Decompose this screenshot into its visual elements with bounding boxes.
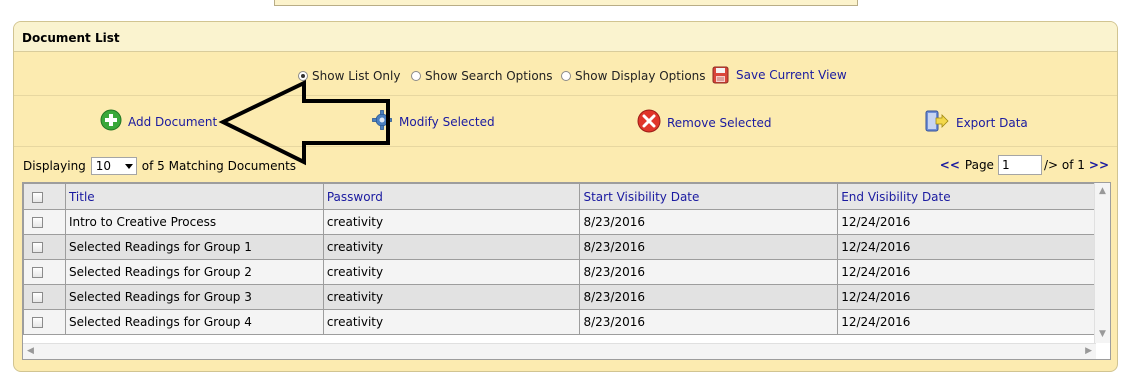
export-doc-icon	[924, 109, 950, 136]
page-number-input[interactable]: 1	[997, 155, 1042, 175]
document-table: Title Password Start Visibility Date End…	[23, 183, 1096, 335]
title-cell: Selected Readings for Group 2	[64, 259, 324, 285]
start-date-cell: 8/23/2016	[579, 209, 839, 235]
vertical-scrollbar[interactable]: ▲ ▼	[1094, 183, 1110, 343]
remove-selected-button[interactable]: Remove Selected	[637, 109, 772, 136]
horizontal-scrollbar[interactable]: ◀ ▶	[23, 343, 1096, 359]
action-toolbar: Add Document Modify Selected Remove Sele…	[14, 96, 1117, 147]
displaying-label: Displaying	[23, 159, 86, 173]
password-cell: creativity	[322, 259, 581, 285]
row-checkbox[interactable]	[32, 242, 43, 253]
end-date-cell: 12/24/2016	[837, 259, 1096, 285]
radio-button[interactable]	[411, 71, 421, 81]
password-cell: creativity	[322, 309, 581, 335]
scroll-right-icon[interactable]: ▶	[1085, 347, 1092, 356]
column-header-password[interactable]: Password	[322, 183, 581, 210]
column-header-start-date[interactable]: Start Visibility Date	[579, 183, 839, 210]
document-list-panel: Document List Show List Only Show Search…	[13, 21, 1118, 372]
password-cell: creativity	[322, 234, 581, 260]
prev-page-link[interactable]: <<	[940, 158, 960, 172]
row-select-cell	[23, 234, 66, 260]
row-checkbox[interactable]	[32, 217, 43, 228]
page-size-select[interactable]: 10	[90, 157, 137, 175]
paging-row: Displaying 10 of 5 Matching Documents <<…	[14, 155, 1117, 177]
end-date-cell: 12/24/2016	[837, 209, 1096, 235]
end-date-cell: 12/24/2016	[837, 309, 1096, 335]
title-cell: Selected Readings for Group 3	[64, 284, 324, 310]
row-checkbox[interactable]	[32, 267, 43, 278]
title-cell: Selected Readings for Group 1	[64, 234, 324, 260]
end-date-cell: 12/24/2016	[837, 284, 1096, 310]
save-current-view-link[interactable]: Save Current View	[712, 66, 847, 84]
panel-title: Document List	[14, 22, 1117, 52]
plus-circle-icon	[100, 109, 122, 134]
add-document-label: Add Document	[128, 114, 218, 129]
gear-icon	[371, 109, 393, 134]
header-row: Title Password Start Visibility Date End…	[23, 183, 1096, 210]
pager: << Page 1 /> of 1 >>	[940, 155, 1109, 175]
document-grid: Title Password Start Visibility Date End…	[22, 182, 1111, 360]
remove-selected-label: Remove Selected	[667, 115, 772, 130]
modify-selected-button[interactable]: Modify Selected	[371, 109, 495, 134]
radio-show-search-options[interactable]: Show Search Options	[411, 69, 553, 83]
view-options-bar: Show List Only Show Search Options Show …	[14, 53, 1117, 96]
top-strip	[274, 0, 858, 6]
save-current-view-label: Save Current View	[736, 68, 847, 82]
add-document-button[interactable]: Add Document	[100, 109, 217, 134]
floppy-disk-icon	[712, 66, 730, 84]
table-row[interactable]: Selected Readings for Group 4 creativity…	[23, 309, 1096, 335]
scroll-down-icon[interactable]: ▼	[1099, 330, 1106, 339]
table-row[interactable]: Selected Readings for Group 2 creativity…	[23, 259, 1096, 285]
modify-selected-label: Modify Selected	[399, 114, 495, 129]
radio-button[interactable]	[561, 71, 571, 81]
column-header-title[interactable]: Title	[64, 183, 324, 210]
export-data-label: Export Data	[956, 115, 1028, 130]
row-select-cell	[23, 209, 66, 235]
radio-show-list-only[interactable]: Show List Only	[298, 69, 400, 83]
row-checkbox[interactable]	[32, 292, 43, 303]
page-label: Page	[964, 158, 994, 172]
radio-label: Show Display Options	[575, 69, 706, 83]
row-checkbox[interactable]	[32, 317, 43, 328]
scroll-left-icon[interactable]: ◀	[27, 347, 34, 356]
radio-button[interactable]	[298, 71, 308, 81]
start-date-cell: 8/23/2016	[579, 259, 839, 285]
scroll-up-icon[interactable]: ▲	[1099, 187, 1106, 196]
page-size-control: Displaying 10 of 5 Matching Documents	[23, 157, 296, 175]
end-date-cell: 12/24/2016	[837, 234, 1096, 260]
select-all-cell	[23, 183, 66, 210]
row-select-cell	[23, 284, 66, 310]
x-circle-icon	[637, 109, 661, 136]
page-of-label: /> of 1	[1043, 158, 1085, 172]
select-all-checkbox[interactable]	[32, 191, 43, 203]
table-row[interactable]: Selected Readings for Group 1 creativity…	[23, 234, 1096, 260]
matching-count-label: of 5 Matching Documents	[141, 159, 297, 173]
radio-label: Show List Only	[312, 69, 401, 83]
password-cell: creativity	[322, 284, 581, 310]
column-header-end-date[interactable]: End Visibility Date	[837, 183, 1096, 210]
radio-label: Show Search Options	[425, 69, 553, 83]
start-date-cell: 8/23/2016	[579, 234, 839, 260]
row-select-cell	[23, 259, 66, 285]
start-date-cell: 8/23/2016	[579, 284, 839, 310]
password-cell: creativity	[322, 209, 581, 235]
next-page-link[interactable]: >>	[1089, 158, 1109, 172]
page-size-value: 10	[95, 159, 112, 173]
row-select-cell	[23, 309, 66, 335]
title-cell: Intro to Creative Process	[64, 209, 324, 235]
radio-show-display-options[interactable]: Show Display Options	[561, 69, 706, 83]
start-date-cell: 8/23/2016	[579, 309, 839, 335]
title-cell: Selected Readings for Group 4	[64, 309, 324, 335]
chevron-down-icon	[124, 164, 133, 169]
export-data-button[interactable]: Export Data	[924, 109, 1028, 136]
table-row[interactable]: Selected Readings for Group 3 creativity…	[23, 284, 1096, 310]
table-row[interactable]: Intro to Creative Process creativity 8/2…	[23, 209, 1096, 235]
